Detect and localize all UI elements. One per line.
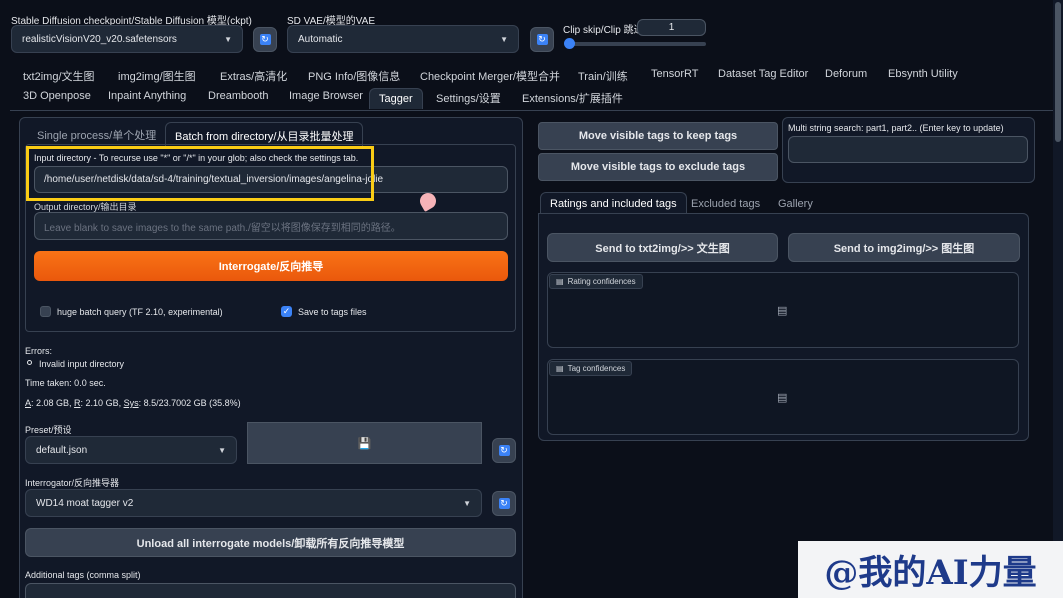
checkpoint-refresh-button[interactable]: ↻ xyxy=(253,27,277,52)
rating-confidences-label: ▤ Rating confidences xyxy=(549,274,643,289)
tab-dataset-tag-editor[interactable]: Dataset Tag Editor xyxy=(718,68,808,80)
main-tabs-row-1: txt2img/文生图 img2img/图生图 Extras/高清化 PNG Info… xyxy=(0,68,1063,86)
check-icon: ✓ xyxy=(282,306,291,316)
interrogate-button[interactable]: Interrogate/反向推导 xyxy=(34,251,508,281)
save-tags-label: Save to tags files xyxy=(298,307,367,317)
preset-refresh-button[interactable]: ↻ xyxy=(492,438,516,463)
preset-value: default.json xyxy=(36,444,88,456)
error-item: Invalid input directory xyxy=(39,359,125,369)
additional-tags-label: Additional tags (comma split) xyxy=(25,570,141,580)
tab-deforum[interactable]: Deforum xyxy=(825,68,867,80)
tab-excluded-tags[interactable]: Excluded tags xyxy=(691,198,760,210)
additional-tags-field[interactable] xyxy=(25,583,516,598)
tab-tensorrt[interactable]: TensorRT xyxy=(651,68,698,80)
tab-3d-openpose[interactable]: 3D Openpose xyxy=(23,90,91,102)
tab-extensions[interactable]: Extensions/扩展插件 xyxy=(522,90,623,106)
chart-placeholder-icon: ▤ xyxy=(777,392,788,404)
interrogator-value: WD14 moat tagger v2 xyxy=(36,497,134,509)
errors-title: Errors: xyxy=(25,346,52,356)
refresh-icon: ↻ xyxy=(498,498,510,509)
main-tabs-row-2: 3D Openpose Inpaint Anything Dreambooth Ima… xyxy=(0,88,1063,109)
chevron-down-icon: ▼ xyxy=(224,34,232,44)
multi-search-field[interactable] xyxy=(788,136,1028,163)
tab-extras[interactable]: Extras/高清化 xyxy=(220,68,287,84)
checkpoint-value: realisticVisionV20_v20.safetensors xyxy=(22,33,177,45)
scrollbar-thumb[interactable] xyxy=(1055,2,1061,142)
time-taken: Time taken: 0.0 sec. xyxy=(25,378,106,388)
page-scrollbar[interactable] xyxy=(1053,0,1063,598)
vae-refresh-button[interactable]: ↻ xyxy=(530,27,554,52)
bullet-icon xyxy=(27,360,32,365)
chart-icon: ▤ xyxy=(556,277,564,286)
tab-img2img[interactable]: img2img/图生图 xyxy=(118,68,196,84)
tabs-divider xyxy=(10,110,1053,111)
send-to-img2img-button[interactable]: Send to img2img/>> 图生图 xyxy=(788,233,1020,262)
save-icon: 💾 xyxy=(357,437,372,450)
output-directory-field[interactable]: Leave blank to save images to the same p… xyxy=(34,212,508,240)
tab-ratings-included[interactable]: Ratings and included tags xyxy=(540,192,687,215)
huge-batch-label: huge batch query (TF 2.10, experimental) xyxy=(57,307,223,317)
multi-search-label: Multi string search: part1, part2.. (Ent… xyxy=(788,123,1004,133)
chevron-down-icon: ▼ xyxy=(218,445,226,455)
clip-skip-slider[interactable] xyxy=(564,38,706,49)
chevron-down-icon: ▼ xyxy=(500,34,508,44)
huge-batch-checkbox[interactable] xyxy=(40,306,51,317)
send-to-txt2img-button[interactable]: Send to txt2img/>> 文生图 xyxy=(547,233,778,262)
chevron-down-icon: ▼ xyxy=(463,498,471,508)
tab-gallery[interactable]: Gallery xyxy=(778,198,813,210)
watermark: @我的AI力量 xyxy=(798,541,1063,598)
move-to-keep-button[interactable]: Move visible tags to keep tags xyxy=(538,122,778,150)
move-to-exclude-button[interactable]: Move visible tags to exclude tags xyxy=(538,153,778,181)
interrogator-refresh-button[interactable]: ↻ xyxy=(492,491,516,516)
refresh-icon: ↻ xyxy=(259,34,271,45)
tab-checkpoint-merger[interactable]: Checkpoint Merger/模型合并 xyxy=(420,68,560,84)
chart-placeholder-icon: ▤ xyxy=(777,305,788,317)
tab-txt2img[interactable]: txt2img/文生图 xyxy=(23,68,95,84)
interrogator-select[interactable]: WD14 moat tagger v2 ▼ xyxy=(25,489,482,517)
save-preset-button[interactable]: 💾 xyxy=(247,422,482,464)
checkpoint-select[interactable]: realisticVisionV20_v20.safetensors ▼ xyxy=(11,25,243,53)
highlight-box xyxy=(26,146,374,201)
preset-select[interactable]: default.json ▼ xyxy=(25,436,237,464)
tab-tagger[interactable]: Tagger xyxy=(369,88,423,109)
vae-value: Automatic xyxy=(298,33,343,45)
tab-ebsynth-utility[interactable]: Ebsynth Utility xyxy=(888,68,958,80)
tab-train[interactable]: Train/训练 xyxy=(578,68,628,84)
save-tags-checkbox[interactable]: ✓ xyxy=(281,306,292,317)
tab-inpaint-anything[interactable]: Inpaint Anything xyxy=(108,90,186,102)
refresh-icon: ↻ xyxy=(536,34,548,45)
vae-select[interactable]: Automatic ▼ xyxy=(287,25,519,53)
chart-icon: ▤ xyxy=(556,364,564,373)
tag-confidences-label: ▤ Tag confidences xyxy=(549,361,633,376)
unload-models-button[interactable]: Unload all interrogate models/卸载所有反向推导模型 xyxy=(25,528,516,557)
interrogator-label: Interrogator/反向推导器 xyxy=(25,478,120,488)
tab-settings[interactable]: Settings/设置 xyxy=(436,90,501,106)
subtab-single-process[interactable]: Single process/单个处理 xyxy=(37,127,156,143)
preset-label: Preset/预设 xyxy=(25,425,72,435)
tab-image-browser[interactable]: Image Browser xyxy=(289,90,363,102)
clip-skip-number[interactable]: 1 xyxy=(637,19,706,36)
tab-png-info[interactable]: PNG Info/图像信息 xyxy=(308,68,400,84)
memory-stats: A: 2.08 GB, R: 2.10 GB, Sys: 8.5/23.7002… xyxy=(25,398,241,408)
slider-thumb[interactable] xyxy=(564,38,575,49)
tab-dreambooth[interactable]: Dreambooth xyxy=(208,90,269,102)
refresh-icon: ↻ xyxy=(498,445,510,456)
